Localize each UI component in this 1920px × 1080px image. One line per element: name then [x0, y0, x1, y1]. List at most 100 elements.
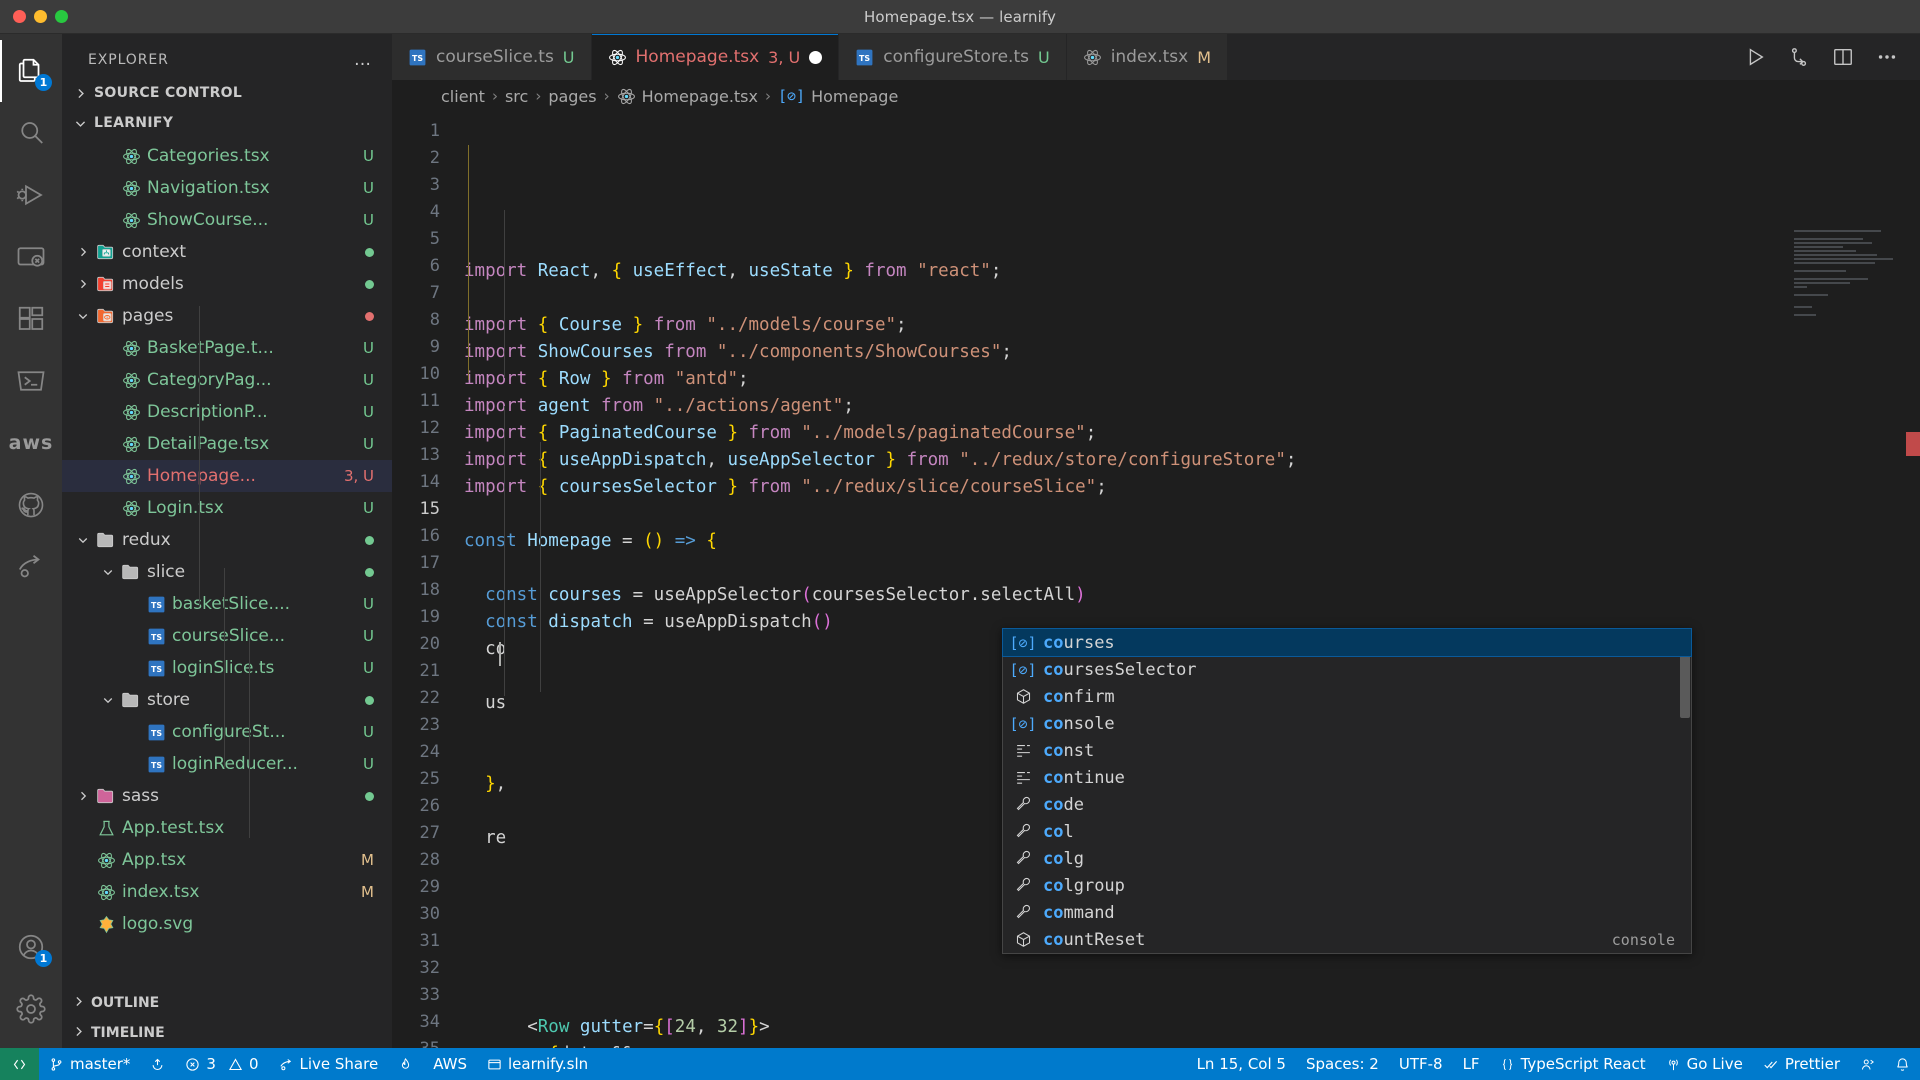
- breadcrumb-item[interactable]: pages: [548, 87, 596, 106]
- suggest-item[interactable]: [⊘] console: [1003, 710, 1691, 737]
- close-window-button[interactable]: [13, 10, 26, 23]
- chevron-down-icon[interactable]: [99, 694, 117, 706]
- tree-file[interactable]: Homepage... 3, U: [62, 460, 392, 492]
- suggest-item[interactable]: countReset console: [1003, 926, 1691, 953]
- suggest-item[interactable]: command: [1003, 899, 1691, 926]
- status-indentation[interactable]: Spaces: 2: [1296, 1048, 1389, 1080]
- activity-settings[interactable]: [0, 978, 62, 1040]
- breadcrumb-item[interactable]: [⊘] Homepage: [778, 87, 898, 106]
- breadcrumb-item[interactable]: src: [505, 87, 528, 106]
- code-line[interactable]: import { Course } from "../models/course…: [454, 312, 1920, 339]
- tree-file[interactable]: TS basketSlice.... U: [62, 588, 392, 620]
- run-button[interactable]: [1744, 46, 1766, 68]
- explorer-more-actions-button[interactable]: …: [354, 50, 372, 70]
- tree-file[interactable]: index.tsx M: [62, 876, 392, 908]
- status-cursor-position[interactable]: Ln 15, Col 5: [1187, 1048, 1296, 1080]
- minimize-window-button[interactable]: [34, 10, 47, 23]
- status-language-mode[interactable]: TypeScript React: [1490, 1048, 1656, 1080]
- activity-extensions[interactable]: [0, 288, 62, 350]
- tree-file[interactable]: TS courseSlice... U: [62, 620, 392, 652]
- suggest-item[interactable]: [⊘] coursesSelector: [1003, 656, 1691, 683]
- section-timeline[interactable]: TIMELINE: [62, 1018, 392, 1048]
- section-learnify[interactable]: LEARNIFY: [62, 108, 392, 138]
- tree-file[interactable]: TS loginSlice.ts U: [62, 652, 392, 684]
- tree-file[interactable]: logo.svg: [62, 908, 392, 940]
- activity-github[interactable]: [0, 474, 62, 536]
- split-editor-icon[interactable]: [1832, 46, 1854, 68]
- activity-aws-toolkit[interactable]: aws: [0, 412, 62, 474]
- tree-file[interactable]: DetailPage.tsx U: [62, 428, 392, 460]
- code-line[interactable]: import ShowCourses from "../components/S…: [454, 339, 1920, 366]
- chevron-down-icon[interactable]: [74, 534, 92, 546]
- code-line[interactable]: import { PaginatedCourse } from "../mode…: [454, 420, 1920, 447]
- status-sync-changes[interactable]: [140, 1048, 175, 1080]
- section-source-control[interactable]: SOURCE CONTROL: [62, 78, 392, 108]
- breadcrumb[interactable]: client › src › pages › Homepage.tsx › [⊘] Homepa…: [392, 80, 1920, 112]
- status-problems[interactable]: 30: [175, 1048, 268, 1080]
- suggest-item[interactable]: col: [1003, 818, 1691, 845]
- tree-file[interactable]: BasketPage.t... U: [62, 332, 392, 364]
- code-line[interactable]: {data &&: [454, 1041, 1920, 1048]
- chevron-down-icon[interactable]: [74, 310, 92, 322]
- status-go-live[interactable]: Go Live: [1656, 1048, 1753, 1080]
- code-line[interactable]: const Homepage = () => {: [454, 528, 1920, 555]
- status-ignite[interactable]: [388, 1048, 423, 1080]
- tree-folder[interactable]: slice: [62, 556, 392, 588]
- activity-terminal[interactable]: [0, 350, 62, 412]
- unsaved-indicator[interactable]: [809, 50, 823, 64]
- code-line[interactable]: [454, 285, 1920, 312]
- editor-tab-bar[interactable]: TS courseSlice.ts U Homepage.tsx 3, U TS con…: [392, 34, 1920, 80]
- editor-tab[interactable]: TS courseSlice.ts U: [392, 34, 592, 80]
- maximize-window-button[interactable]: [55, 10, 68, 23]
- tree-file[interactable]: App.test.tsx: [62, 812, 392, 844]
- code-line[interactable]: import { coursesSelector } from "../redu…: [454, 474, 1920, 501]
- status-end-of-line[interactable]: LF: [1453, 1048, 1490, 1080]
- status-solution[interactable]: learnify.sln: [477, 1048, 598, 1080]
- tree-folder[interactable]: sass: [62, 780, 392, 812]
- tree-file[interactable]: Navigation.tsx U: [62, 172, 392, 204]
- suggest-item[interactable]: const: [1003, 737, 1691, 764]
- editor-actions[interactable]: [1722, 34, 1920, 80]
- breadcrumb-item[interactable]: client: [441, 87, 485, 106]
- suggest-item[interactable]: confirm: [1003, 683, 1691, 710]
- chevron-right-icon[interactable]: [74, 246, 92, 258]
- tree-file[interactable]: DescriptionP... U: [62, 396, 392, 428]
- status-encoding[interactable]: UTF-8: [1389, 1048, 1453, 1080]
- suggest-item[interactable]: colgroup: [1003, 872, 1691, 899]
- editor-tab[interactable]: TS configureStore.ts U: [839, 34, 1067, 80]
- code-line[interactable]: [454, 555, 1920, 582]
- suggest-item[interactable]: [⊘] courses: [1002, 628, 1692, 657]
- ellipsis-icon[interactable]: [1876, 46, 1898, 68]
- suggest-item[interactable]: colg: [1003, 845, 1691, 872]
- code-line[interactable]: import React, { useEffect, useState } fr…: [454, 258, 1920, 285]
- status-feedback[interactable]: [1850, 1048, 1885, 1080]
- tree-file[interactable]: Login.tsx U: [62, 492, 392, 524]
- autocomplete-suggest-widget[interactable]: [⊘] courses [⊘] coursesSelector confirm [⊘] co…: [1002, 628, 1692, 954]
- tree-folder[interactable]: store: [62, 684, 392, 716]
- activity-run-and-debug[interactable]: [0, 164, 62, 226]
- code-line[interactable]: [454, 501, 1920, 528]
- code-line[interactable]: <Row gutter={[24, 32]}>: [454, 1014, 1920, 1041]
- status-prettier[interactable]: Prettier: [1753, 1048, 1850, 1080]
- status-aws[interactable]: AWS: [423, 1048, 477, 1080]
- compare-changes-icon[interactable]: [1788, 46, 1810, 68]
- section-outline[interactable]: OUTLINE: [62, 988, 392, 1018]
- status-remote-host[interactable]: [0, 1048, 39, 1080]
- breadcrumb-item[interactable]: Homepage.tsx: [617, 87, 758, 106]
- tree-folder[interactable]: redux: [62, 524, 392, 556]
- chevron-down-icon[interactable]: [99, 566, 117, 578]
- activity-remote-explorer[interactable]: [0, 226, 62, 288]
- status-live-share[interactable]: Live Share: [269, 1048, 389, 1080]
- tree-folder[interactable]: pages: [62, 300, 392, 332]
- code-line[interactable]: [454, 960, 1920, 987]
- activity-accounts[interactable]: 1: [0, 916, 62, 978]
- status-branch[interactable]: master*: [39, 1048, 140, 1080]
- editor-tab[interactable]: Homepage.tsx 3, U: [591, 34, 840, 80]
- tree-file[interactable]: ShowCourse... U: [62, 204, 392, 236]
- tree-file[interactable]: TS configureSt... U: [62, 716, 392, 748]
- status-notifications[interactable]: [1885, 1048, 1920, 1080]
- code-line[interactable]: import { useAppDispatch, useAppSelector …: [454, 447, 1920, 474]
- code-line[interactable]: import { Row } from "antd";: [454, 366, 1920, 393]
- status-bar-left[interactable]: master* 3 0 Live Share AWS learnify.sln: [0, 1048, 598, 1080]
- activity-explorer[interactable]: 1: [0, 40, 62, 102]
